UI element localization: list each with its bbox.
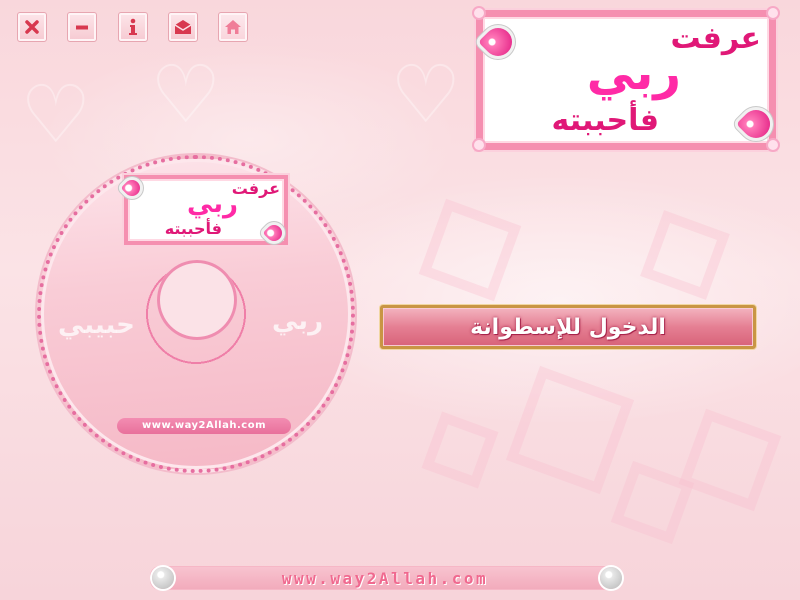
- background-square: [505, 365, 635, 495]
- background-heart-icon: ♡: [20, 68, 92, 161]
- flower-icon: [474, 8, 484, 18]
- info-button[interactable]: [118, 12, 148, 42]
- disc-logo-line-3: فأحببته: [164, 219, 222, 238]
- home-button[interactable]: [218, 12, 248, 42]
- background-square: [418, 198, 522, 302]
- close-icon: [25, 20, 39, 34]
- flower-icon: [768, 8, 778, 18]
- diamond-heart-icon: [600, 567, 622, 589]
- background-square: [678, 408, 782, 512]
- minimize-icon: [76, 25, 88, 30]
- background-heart-icon: ♡: [150, 48, 222, 141]
- logo-line-3: فأحببته: [551, 103, 659, 138]
- flower-icon: [474, 140, 484, 150]
- disc-logo-line-1: عرفت: [231, 179, 280, 198]
- info-icon: [129, 18, 137, 35]
- enter-disc-button[interactable]: الدخول للإسطوانة: [380, 305, 756, 349]
- main-logo: عرفت ربي فأحببته: [476, 10, 776, 150]
- disc-logo-line-2: ربي: [186, 189, 238, 219]
- close-button[interactable]: [17, 12, 47, 42]
- logo-line-1: عرفت: [670, 21, 761, 56]
- background-square: [421, 411, 499, 489]
- mail-button[interactable]: [168, 12, 198, 42]
- background-heart-icon: ♡: [390, 48, 462, 141]
- enter-disc-label: الدخول للإسطوانة: [470, 314, 666, 340]
- disc-word-right: ربي: [272, 306, 324, 336]
- footer-url: www.way2Allah.com: [281, 568, 489, 588]
- home-icon: [225, 20, 241, 34]
- logo-line-2: ربي: [586, 45, 681, 101]
- cd-disc-hole: [157, 260, 237, 340]
- flower-icon: [768, 140, 778, 150]
- minimize-button[interactable]: [67, 12, 97, 42]
- disc-url: www.way2Allah.com: [117, 418, 291, 434]
- disc-word-left: حبيبي: [58, 310, 135, 340]
- background-square: [640, 210, 730, 300]
- footer-url-bar: www.way2Allah.com: [150, 566, 620, 590]
- mail-icon: [174, 20, 192, 34]
- diamond-heart-icon: [152, 567, 174, 589]
